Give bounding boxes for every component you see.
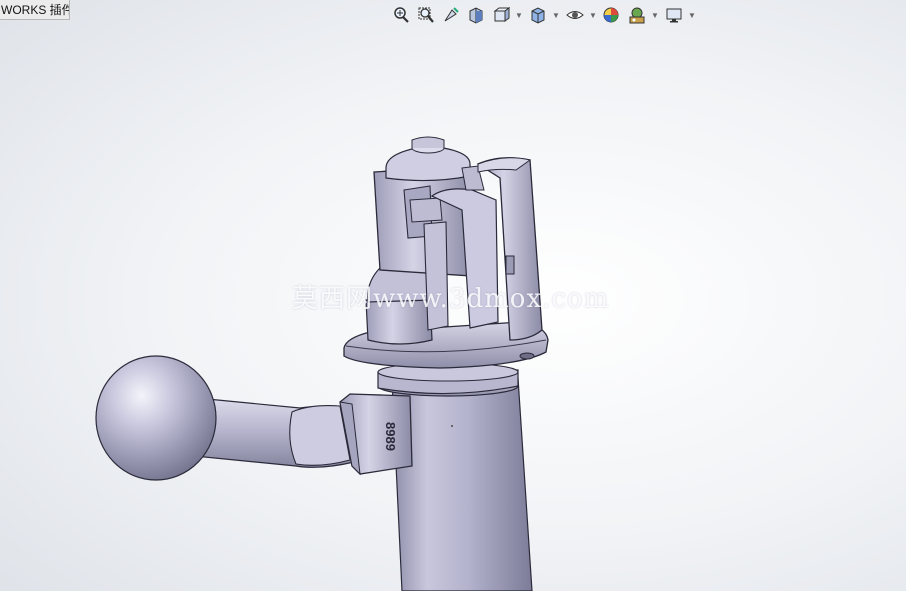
display-style-icon[interactable] bbox=[527, 4, 549, 26]
zoom-to-area-icon[interactable] bbox=[415, 4, 437, 26]
hide-show-dropdown-icon[interactable]: ▼ bbox=[589, 4, 597, 26]
section-view-icon[interactable] bbox=[465, 4, 487, 26]
edit-appearance-icon[interactable] bbox=[601, 4, 623, 26]
engraving-text: 8989 bbox=[383, 422, 398, 451]
previous-view-icon[interactable] bbox=[440, 4, 462, 26]
heads-up-view-toolbar: ▼ ▼ ▼ ▼ ▼ bbox=[390, 3, 700, 27]
view-settings-icon[interactable] bbox=[663, 4, 685, 26]
label-block: 8989 bbox=[339, 393, 413, 476]
view-settings-dropdown-icon[interactable]: ▼ bbox=[688, 4, 696, 26]
zoom-to-fit-icon[interactable] bbox=[390, 4, 412, 26]
display-style-dropdown-icon[interactable]: ▼ bbox=[552, 4, 560, 26]
watermark: 莫西网www.3dmox.com bbox=[292, 284, 610, 314]
apply-scene-icon[interactable] bbox=[626, 4, 648, 26]
ball-knob bbox=[95, 355, 217, 481]
barrel bbox=[391, 377, 533, 591]
view-orientation-dropdown-icon[interactable]: ▼ bbox=[515, 4, 523, 26]
view-orientation-icon[interactable] bbox=[490, 4, 512, 26]
addins-tab[interactable]: WORKS 插件 bbox=[0, 0, 70, 20]
hide-show-items-icon[interactable] bbox=[564, 4, 586, 26]
apply-scene-dropdown-icon[interactable]: ▼ bbox=[651, 4, 659, 26]
